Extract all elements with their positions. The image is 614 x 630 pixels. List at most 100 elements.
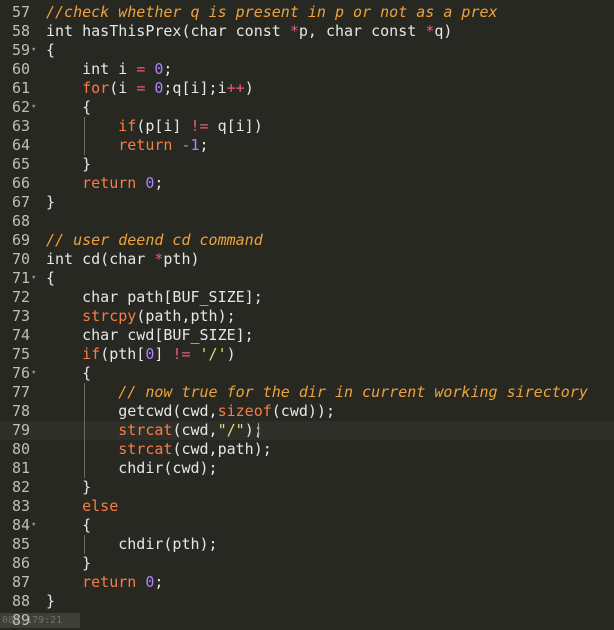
code-line[interactable]: 72 char path[BUF_SIZE]; (0, 288, 614, 307)
code-token: = (136, 60, 146, 78)
code-token: if (118, 117, 137, 135)
code-text: { (46, 364, 91, 383)
code-line[interactable]: 69 // user deend cd command (0, 231, 614, 250)
code-line[interactable]: 68 (0, 212, 614, 231)
fold-arrow-icon[interactable]: ▾ (31, 41, 36, 60)
code-text: { (46, 41, 55, 60)
code-token: '/' (199, 345, 227, 363)
code-line[interactable]: 83 else (0, 497, 614, 516)
code-line[interactable]: 75 if(pth[0] != '/') (0, 345, 614, 364)
code-text: return -1; (46, 136, 208, 155)
code-line[interactable]: 63 if(p[i] != q[i]) (0, 117, 614, 136)
line-number: 67 (11, 193, 30, 211)
code-token: (pth[ (100, 345, 146, 363)
code-line[interactable]: 88} (0, 592, 614, 611)
code-text: return 0; (46, 174, 163, 193)
code-line[interactable]: 62 ▾ { (0, 98, 614, 117)
code-token: (i (109, 79, 137, 97)
code-token: for (82, 79, 110, 97)
code-token: ; (154, 174, 164, 192)
line-number: 58 (11, 22, 30, 40)
code-line[interactable]: 84 ▾ { (0, 516, 614, 535)
code-line[interactable]: 86 } (0, 554, 614, 573)
line-number: 61 (11, 79, 30, 97)
code-token: * (289, 22, 299, 40)
code-text: { (46, 516, 91, 535)
code-token: } (46, 592, 56, 610)
code-token: char path[BUF_SIZE]; (46, 288, 263, 306)
code-line[interactable]: 60 int i = 0; (0, 60, 614, 79)
code-token: strcat (118, 421, 173, 439)
code-token: { (46, 98, 92, 116)
code-line[interactable]: 77 // now true for the dir in current wo… (0, 383, 614, 402)
code-token: (cwd, (172, 421, 218, 439)
code-text: strcat(cwd,"/"); (46, 421, 263, 440)
code-line[interactable]: 59 ▾ { (0, 41, 614, 60)
fold-arrow-icon[interactable]: ▾ (31, 364, 36, 383)
code-text: char path[BUF_SIZE]; (46, 288, 263, 307)
code-token: { (46, 269, 56, 287)
line-number: 60 (11, 60, 30, 78)
code-token: { (46, 364, 92, 382)
code-token: char cwd[BUF_SIZE]; (46, 326, 254, 344)
code-line[interactable]: 71 ▾ { (0, 269, 614, 288)
code-text: int cd(char *pth) (46, 250, 200, 269)
line-number: 71 (11, 269, 30, 287)
code-line[interactable]: 70 int cd(char *pth) (0, 250, 614, 269)
code-line[interactable]: 85 chdir(pth); (0, 535, 614, 554)
fold-arrow-icon[interactable]: ▾ (31, 98, 36, 117)
code-line[interactable]: 82 } (0, 478, 614, 497)
code-token: if (82, 345, 101, 363)
code-line[interactable]: 73 strcpy(path,pth); (0, 307, 614, 326)
code-token: // user deend cd command (46, 231, 263, 249)
line-number: 74 (11, 326, 30, 344)
line-number: 84 (11, 516, 30, 534)
line-number: 85 (11, 535, 30, 553)
code-line[interactable]: 74 char cwd[BUF_SIZE]; (0, 326, 614, 345)
text-cursor (258, 423, 259, 438)
code-line[interactable]: 80 strcat(cwd,path); (0, 440, 614, 459)
line-number: 66 (11, 174, 30, 192)
code-token: ++ (226, 79, 245, 97)
code-line[interactable]: 64 return -1; (0, 136, 614, 155)
code-line[interactable]: 78 getcwd(cwd,sizeof(cwd)); (0, 402, 614, 421)
line-number: 79 (11, 421, 30, 439)
code-line[interactable]: 65 } (0, 155, 614, 174)
code-token: { (46, 41, 56, 59)
code-text: return 0; (46, 573, 163, 592)
code-line[interactable]: 76 ▾ { (0, 364, 614, 383)
fold-arrow-icon[interactable]: ▾ (31, 516, 36, 535)
line-number: 70 (11, 250, 30, 268)
line-number: 64 (11, 136, 30, 154)
code-token: int i (46, 60, 137, 78)
code-token: -1 (181, 136, 200, 154)
code-token: } (46, 554, 92, 572)
code-token: ); (244, 421, 263, 439)
code-token: * (425, 22, 435, 40)
code-line[interactable]: 89 (0, 611, 614, 630)
code-line[interactable]: 81 chdir(cwd); (0, 459, 614, 478)
code-text: chdir(pth); (46, 535, 217, 554)
code-token: strcpy (82, 307, 137, 325)
code-editor[interactable]: 089:179:21 57//check whether q is presen… (0, 0, 614, 630)
code-text: } (46, 193, 55, 212)
code-token: ; (163, 60, 173, 78)
indent-guide (84, 535, 85, 554)
code-line[interactable]: 61 for(i = 0;q[i];i++) (0, 79, 614, 98)
code-line[interactable]: 67} (0, 193, 614, 212)
code-token: q) (434, 22, 453, 40)
fold-arrow-icon[interactable]: ▾ (31, 269, 36, 288)
code-text: } (46, 554, 91, 573)
code-line[interactable]: 66 return 0; (0, 174, 614, 193)
line-number: 73 (11, 307, 30, 325)
code-text: strcat(cwd,path); (46, 440, 272, 459)
code-line[interactable]: 79 strcat(cwd,"/"); (0, 421, 614, 440)
code-text: { (46, 269, 55, 288)
code-line[interactable]: 57 //check whether q is present in p or n… (0, 3, 614, 22)
code-line[interactable]: 58 int hasThisPrex(char const *p, char co… (0, 22, 614, 41)
code-line[interactable]: 87 return 0; (0, 573, 614, 592)
